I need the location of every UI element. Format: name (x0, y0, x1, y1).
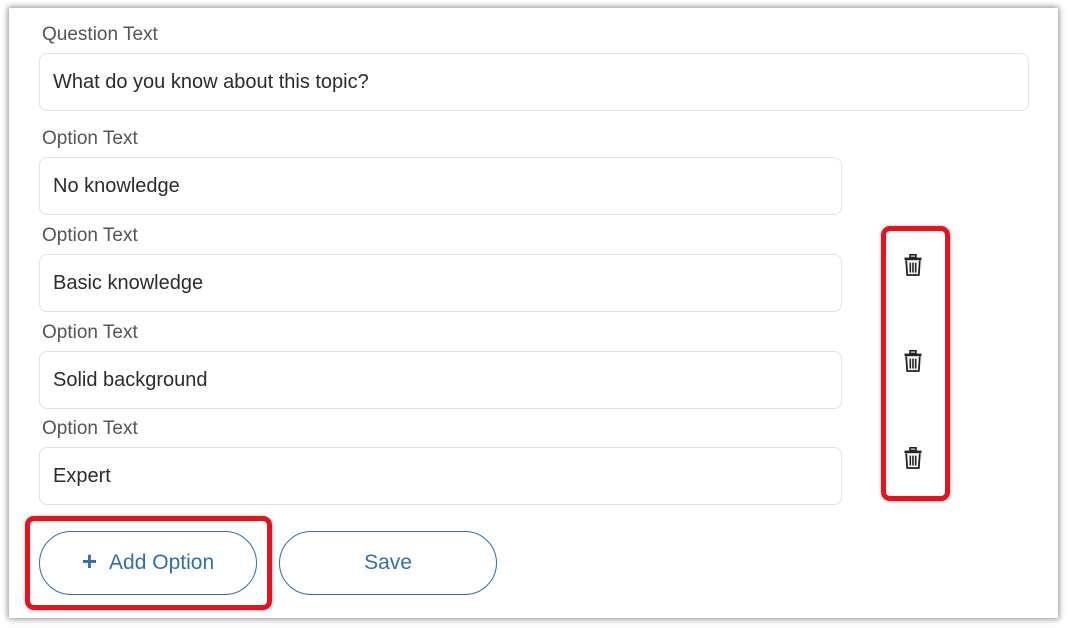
option-value: Basic knowledge (53, 271, 204, 294)
add-option-label: Add Option (109, 551, 215, 574)
option-input-2[interactable]: Basic knowledge (39, 254, 842, 312)
save-label: Save (364, 551, 412, 574)
delete-option-3-button[interactable] (902, 349, 924, 373)
question-text-label: Question Text (42, 24, 158, 45)
option-text-label: Option Text (42, 418, 138, 439)
option-input-4[interactable]: Expert (39, 447, 842, 505)
option-input-3[interactable]: Solid background (39, 351, 842, 409)
delete-option-2-button[interactable] (902, 253, 924, 277)
option-input-1[interactable]: No knowledge (39, 157, 842, 215)
delete-option-4-button[interactable] (902, 446, 924, 470)
save-button[interactable]: Save (279, 531, 497, 595)
option-text-label: Option Text (42, 128, 138, 149)
option-value: No knowledge (53, 174, 180, 197)
option-value: Solid background (53, 368, 208, 391)
question-text-input[interactable]: What do you know about this topic? (39, 53, 1029, 111)
option-text-label: Option Text (42, 225, 138, 246)
trash-icon (904, 447, 922, 469)
trash-icon (904, 254, 922, 276)
option-value: Expert (53, 464, 111, 487)
question-editor-panel: Question Text What do you know about thi… (9, 8, 1058, 618)
add-option-button[interactable]: + Add Option (39, 531, 257, 595)
trash-icon (904, 350, 922, 372)
question-text-value: What do you know about this topic? (53, 70, 369, 93)
option-text-label: Option Text (42, 322, 138, 343)
plus-icon: + (81, 546, 98, 576)
